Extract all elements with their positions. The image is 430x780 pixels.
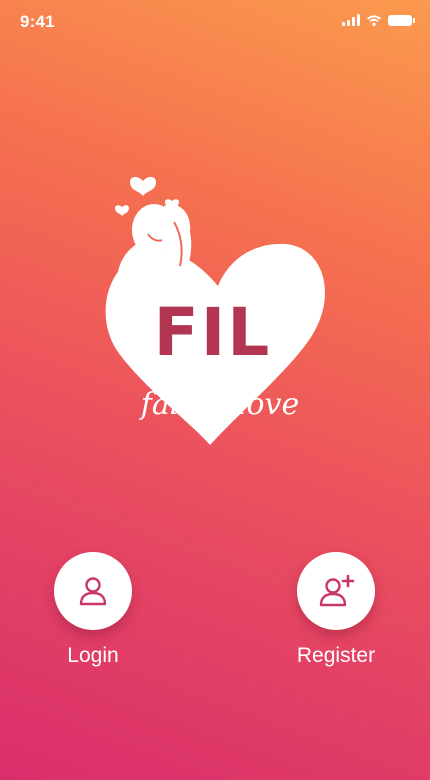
status-bar: 9:41: [0, 0, 430, 44]
register-circle[interactable]: [297, 552, 375, 630]
login-circle[interactable]: [54, 552, 132, 630]
cellular-signal-icon: [342, 14, 360, 26]
user-icon: [79, 577, 107, 606]
login-button[interactable]: Login: [28, 552, 158, 668]
welcome-screen: 9:41 FIL fall in love Login Register: [0, 0, 430, 780]
register-button[interactable]: Register: [271, 552, 401, 668]
status-icons: [342, 14, 415, 26]
small-heart-icon: [115, 205, 129, 216]
login-label[interactable]: Login: [67, 644, 118, 668]
logo-title: FIL: [153, 294, 272, 371]
small-heart-icon: [130, 176, 156, 196]
logo-tagline: fall in love: [140, 387, 300, 422]
status-time: 9:41: [20, 12, 55, 31]
user-plus-icon: [319, 574, 355, 607]
wifi-icon: [367, 15, 381, 26]
battery-icon: [388, 14, 415, 26]
register-label[interactable]: Register: [297, 644, 375, 668]
